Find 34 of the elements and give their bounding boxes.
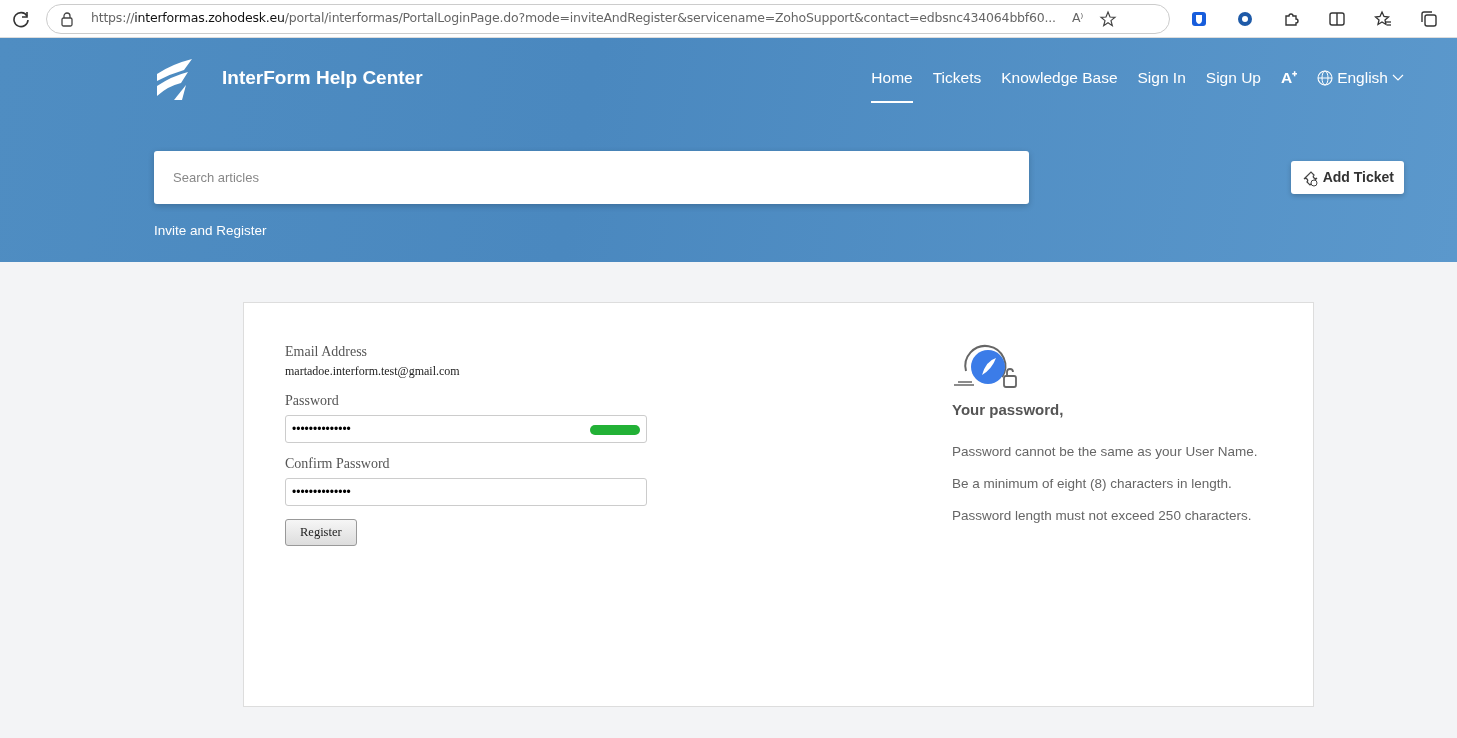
collections-icon[interactable]	[1420, 9, 1438, 28]
nav-tab[interactable]: Sign Up	[1205, 66, 1261, 104]
rule-text: Password length must not exceed 250 characters.	[952, 507, 1253, 525]
chevron-down-icon	[1392, 74, 1404, 82]
confirm-password-field[interactable]: ••••••••••••••	[285, 478, 647, 506]
nav-tab[interactable]: Knowledge Base	[1001, 66, 1118, 104]
field-label: Email Address	[285, 343, 368, 361]
breadcrumb-link[interactable]: Invite and Register	[154, 221, 267, 242]
split-screen-icon[interactable]	[1328, 9, 1346, 28]
lock-icon[interactable]	[59, 10, 75, 27]
add-ticket-button[interactable]: Add Ticket	[1290, 161, 1404, 195]
field-label: Confirm Password	[285, 455, 390, 473]
reload-icon[interactable]	[12, 9, 30, 28]
language-dropdown[interactable]: English	[1317, 66, 1404, 104]
field-label: Password	[285, 392, 339, 410]
rule-text: Password cannot be the same as your User Name.	[952, 442, 1259, 461]
nav-tab[interactable]: Sign In	[1137, 66, 1186, 104]
nav-tab[interactable]: Home	[871, 66, 913, 104]
rule-text: Be a minimum of eight (8) characters in length.	[952, 474, 1233, 493]
extension-icon[interactable]	[1236, 9, 1254, 28]
favorites-icon[interactable]	[1374, 9, 1392, 28]
url-text: https://interformas.zohodesk.eu/portal/interformas/PortalLoginPage.do?mode=inviteAndRegister&servicename=ZohoSupport&contact=edbsnc434064bbf60...	[91, 9, 1056, 28]
shield-icon[interactable]	[1190, 9, 1208, 28]
email-value: martadoe.interform.test@gmail.com	[285, 363, 460, 380]
password-field[interactable]: ••••••••••••••	[285, 415, 647, 443]
rules-title: Your password,	[952, 400, 1065, 420]
font-size-button[interactable]: A⁺	[1280, 66, 1298, 104]
globe-icon	[1317, 69, 1334, 86]
read-aloud-icon[interactable]: A⁾	[1071, 9, 1084, 28]
nav-tab[interactable]: Tickets	[932, 66, 982, 104]
site-title[interactable]: InterForm Help Center	[222, 64, 423, 93]
star-icon[interactable]	[1099, 9, 1118, 28]
register-button[interactable]: Register	[285, 519, 357, 546]
search-field[interactable]: Search articles	[154, 151, 1029, 205]
